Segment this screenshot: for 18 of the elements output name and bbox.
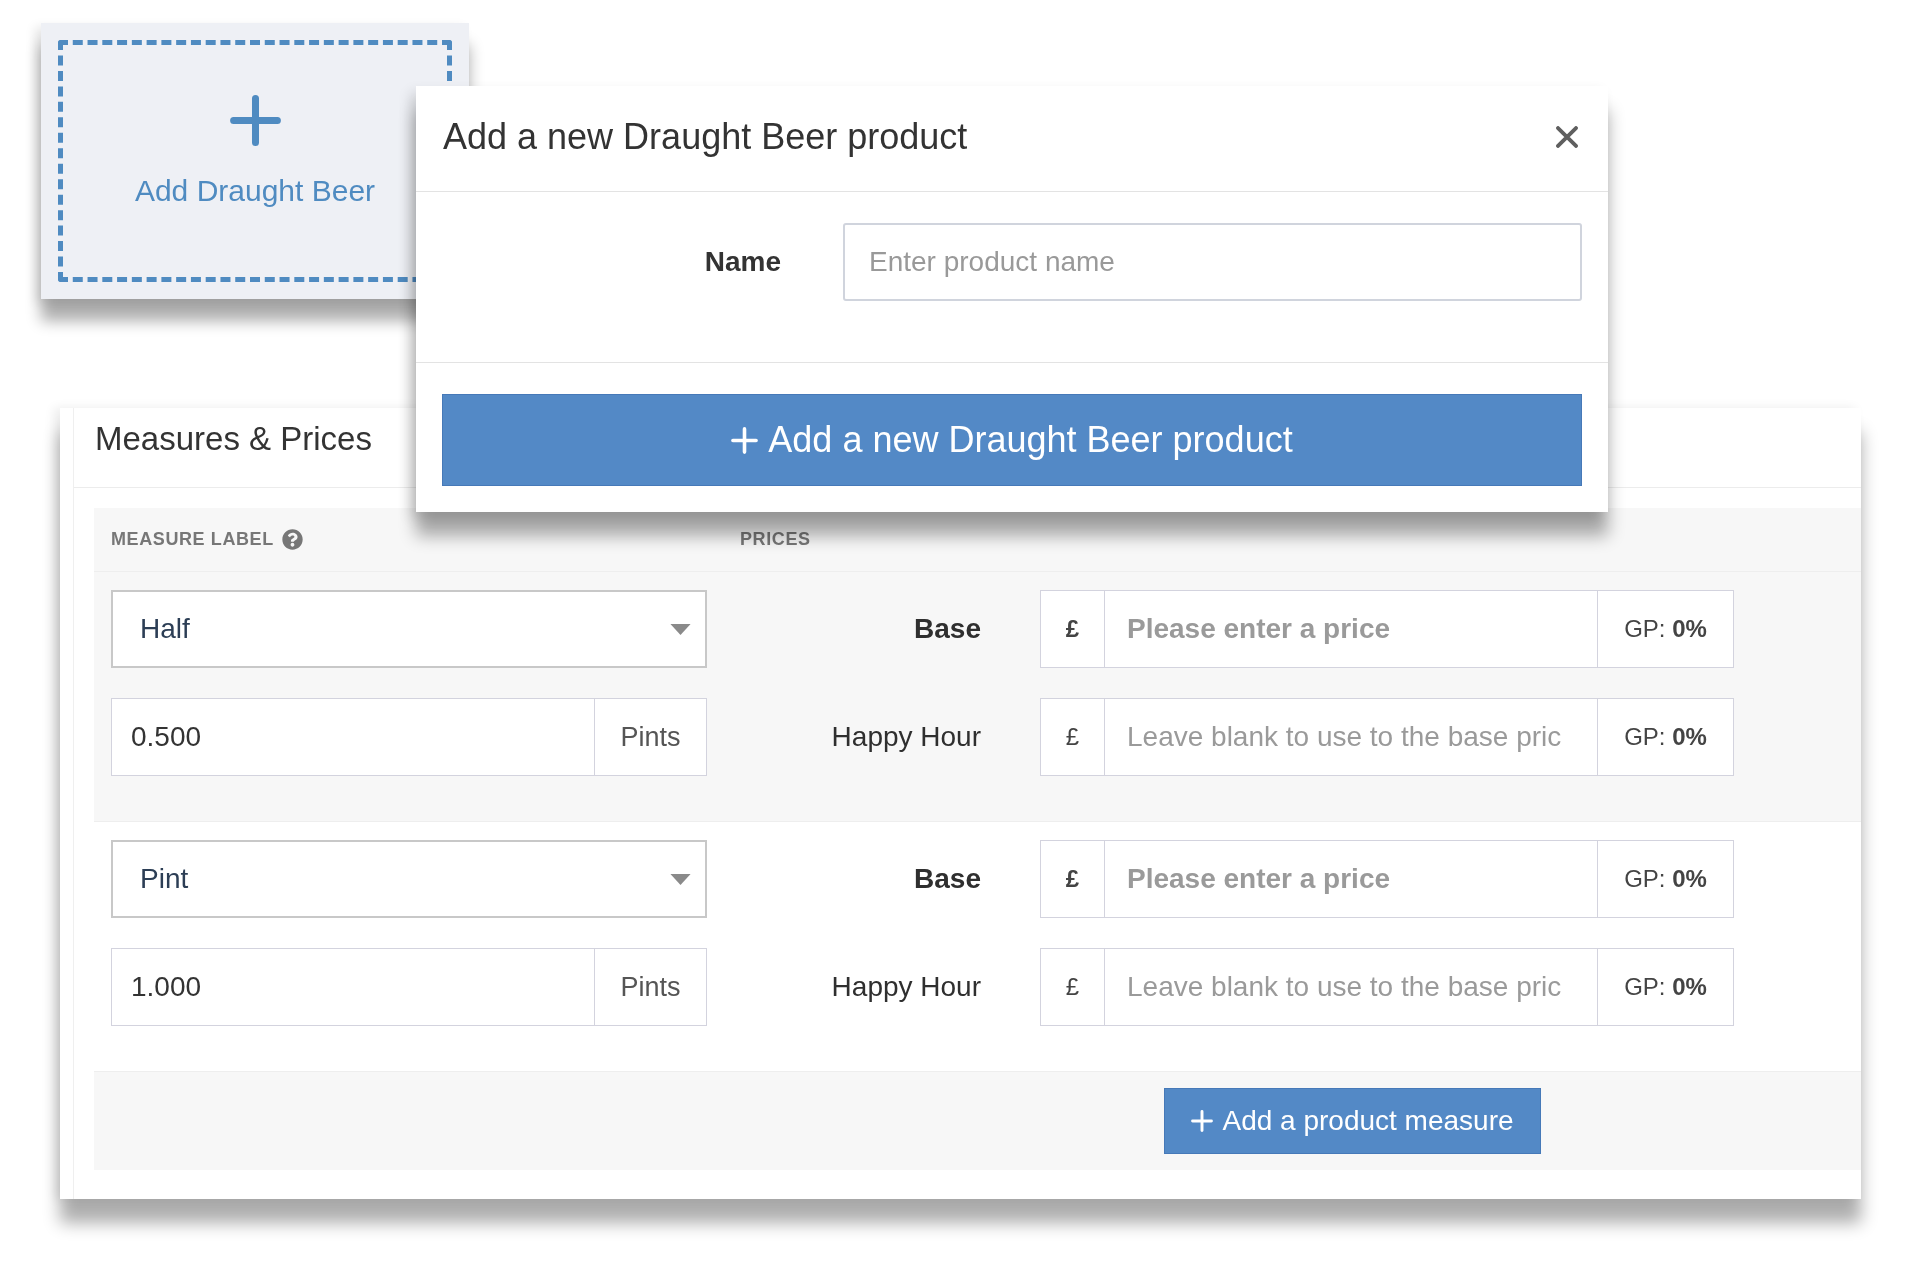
price-label: Happy Hour — [830, 970, 981, 1004]
gross-profit-addon: GP: 0% — [1597, 840, 1734, 918]
price-label: Happy Hour — [830, 720, 981, 754]
name-label: Name — [703, 245, 781, 279]
currency-addon: £ — [1040, 698, 1105, 776]
currency-addon: £ — [1040, 840, 1105, 918]
unit-addon: Pints — [595, 698, 707, 776]
gross-profit-addon: GP: 0% — [1597, 948, 1734, 1026]
currency-addon: £ — [1040, 590, 1105, 668]
price-label: Base — [913, 612, 981, 646]
gross-profit-addon: GP: 0% — [1597, 590, 1734, 668]
section-title: Measures & Prices — [95, 418, 372, 459]
column-header: MEASURE LABEL — [111, 528, 274, 551]
gross-profit-addon: GP: 0% — [1597, 698, 1734, 776]
unit-addon: Pints — [595, 948, 707, 1026]
column-header: PRICES — [740, 528, 811, 551]
currency-addon: £ — [1040, 948, 1105, 1026]
price-label: Base — [913, 862, 981, 896]
